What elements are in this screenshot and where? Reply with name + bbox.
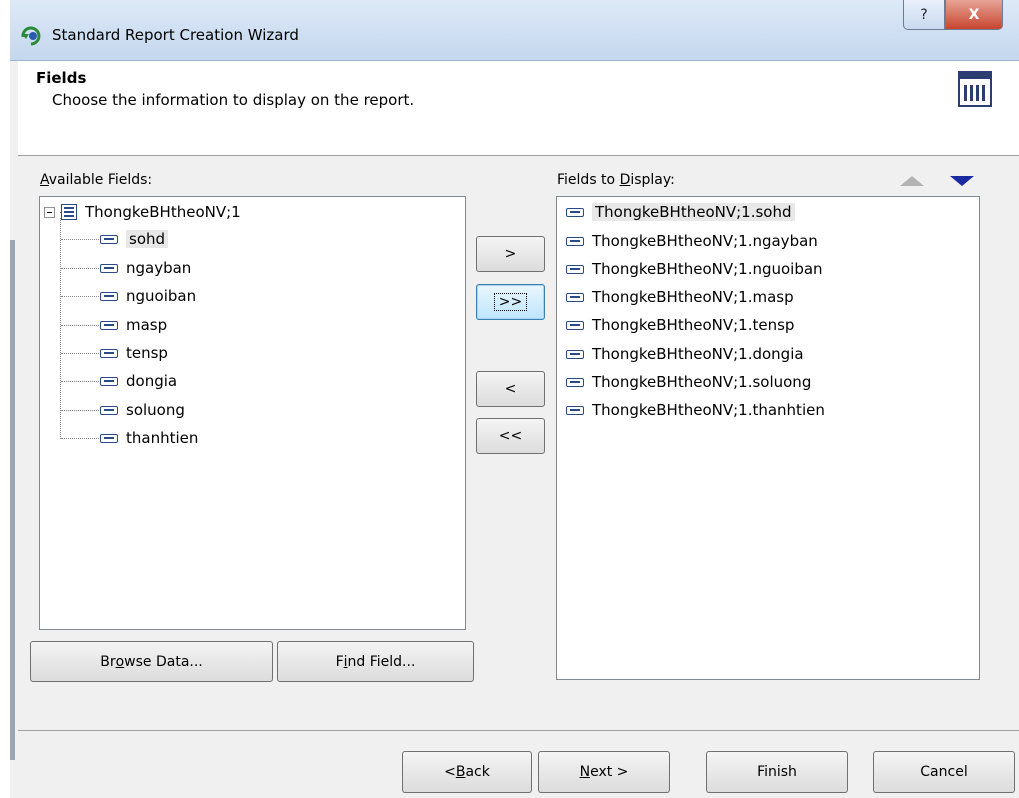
field-icon	[566, 377, 584, 387]
display-field-item[interactable]: ThongkeBHtheoNV;1.nguoiban	[566, 256, 823, 282]
table-icon	[61, 204, 77, 220]
display-field-item[interactable]: ThongkeBHtheoNV;1.tensp	[566, 312, 794, 338]
field-icon	[100, 376, 118, 386]
collapse-icon[interactable]	[44, 206, 55, 218]
field-icon	[566, 207, 584, 217]
available-field-item[interactable]: masp	[100, 313, 167, 337]
move-down-icon[interactable]	[950, 176, 974, 186]
left-border	[10, 240, 15, 760]
move-up-icon[interactable]	[900, 176, 924, 186]
fields-to-display-label: Fields to Display:	[557, 172, 675, 188]
back-button[interactable]: < Back	[402, 751, 532, 793]
field-icon	[100, 263, 118, 273]
page-subtitle: Choose the information to display on the…	[52, 91, 415, 109]
display-field-item[interactable]: ThongkeBHtheoNV;1.soluong	[566, 369, 811, 395]
field-icon	[100, 405, 118, 415]
display-field-item[interactable]: ThongkeBHtheoNV;1.masp	[566, 284, 794, 310]
field-icon	[566, 320, 584, 330]
field-icon	[100, 433, 118, 443]
available-fields-label: Available Fields:	[40, 172, 153, 188]
report-fields-icon	[958, 71, 992, 107]
wizard-window: Standard Report Creation Wizard ? X Fiel…	[0, 0, 1019, 798]
available-field-item[interactable]: ngayban	[100, 256, 191, 280]
field-icon	[100, 320, 118, 330]
tree-guide-line	[60, 218, 61, 439]
window-title: Standard Report Creation Wizard	[52, 26, 299, 44]
help-button[interactable]: ?	[903, 0, 945, 30]
browse-data-button[interactable]: Br o wse Data...	[30, 641, 273, 682]
finish-button[interactable]: Finish	[706, 751, 848, 793]
display-field-item[interactable]: ThongkeBHtheoNV;1.ngayban	[566, 228, 818, 254]
next-button[interactable]: Next >	[538, 751, 670, 793]
available-field-item[interactable]: thanhtien	[100, 426, 198, 450]
page-title: Fields	[36, 69, 87, 87]
wizard-header: Fields Choose the information to display…	[18, 61, 1019, 156]
cancel-button[interactable]: Cancel	[873, 751, 1015, 793]
tree-root-table[interactable]: ThongkeBHtheoNV;1	[44, 200, 241, 224]
add-field-button[interactable]: >	[476, 236, 545, 272]
add-all-fields-button[interactable]: >>	[476, 284, 545, 320]
field-icon	[100, 291, 118, 301]
field-icon	[100, 234, 118, 244]
help-icon: ?	[920, 6, 928, 23]
available-field-item[interactable]: nguoiban	[100, 284, 196, 308]
field-icon	[566, 405, 584, 415]
field-icon	[100, 348, 118, 358]
field-icon	[566, 349, 584, 359]
field-icon	[566, 292, 584, 302]
available-field-item[interactable]: soluong	[100, 398, 185, 422]
remove-all-fields-button[interactable]: <<	[476, 418, 545, 454]
available-field-item[interactable]: tensp	[100, 341, 168, 365]
available-field-item[interactable]: dongia	[100, 369, 177, 393]
left-edge	[0, 0, 10, 798]
wizard-app-icon	[21, 26, 41, 46]
available-field-item[interactable]: sohd	[100, 227, 169, 251]
field-icon	[566, 264, 584, 274]
remove-field-button[interactable]: <	[476, 371, 545, 407]
field-icon	[566, 236, 584, 246]
close-button[interactable]: X	[945, 0, 1003, 30]
close-icon: X	[968, 6, 980, 23]
table-name: ThongkeBHtheoNV;1	[85, 203, 241, 221]
display-field-item[interactable]: ThongkeBHtheoNV;1.sohd	[566, 199, 795, 225]
find-field-button[interactable]: Fi nd Field...	[277, 641, 474, 682]
display-field-item[interactable]: ThongkeBHtheoNV;1.dongia	[566, 341, 804, 367]
display-field-item[interactable]: ThongkeBHtheoNV;1.thanhtien	[566, 397, 825, 423]
